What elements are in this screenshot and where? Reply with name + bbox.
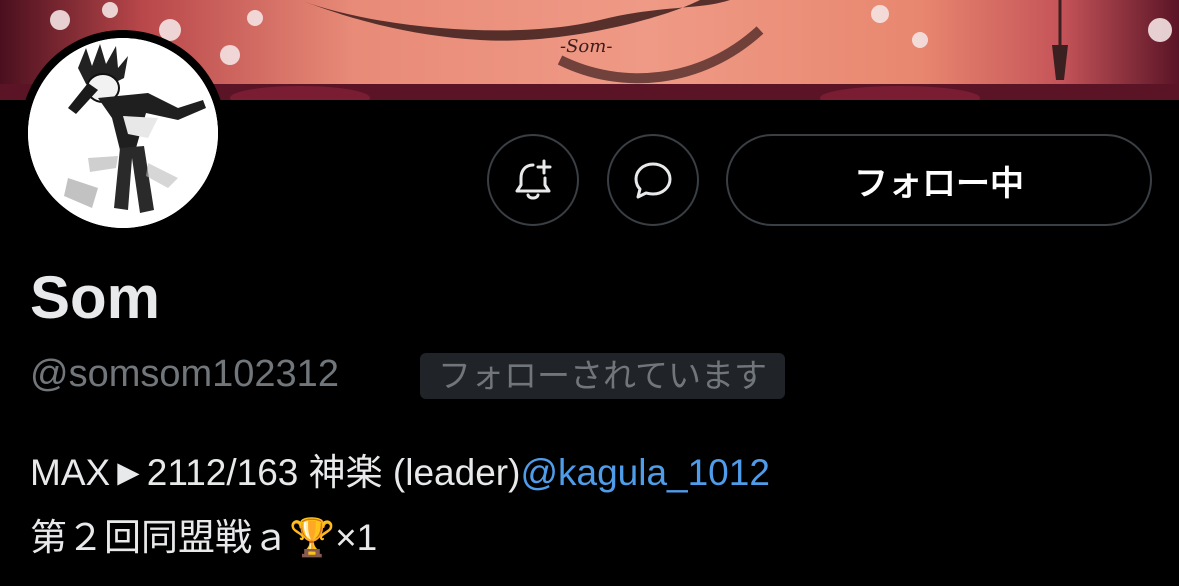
bio-text: MAX►2112/163 神楽 (leader) (30, 452, 521, 493)
bio-line-1: MAX►2112/163 神楽 (leader)@kagula_1012 (30, 451, 770, 495)
bell-plus-icon (515, 159, 552, 200)
avatar-illustration (28, 38, 218, 228)
bio-text: 第２回同盟戦ａ (30, 517, 289, 558)
trophy-icon: 🏆 (289, 517, 336, 558)
message-button[interactable] (607, 134, 699, 226)
banner-signature: -Som- (560, 36, 612, 57)
follows-you-badge: フォローされています (420, 353, 786, 399)
notifications-button[interactable] (487, 134, 579, 226)
display-name: Som (30, 264, 161, 331)
username-handle: @somsom102312 (30, 353, 339, 395)
avatar-image (28, 38, 218, 228)
bio-line-2: 第２回同盟戦ａ🏆×1 (30, 516, 377, 560)
bio-count: ×1 (335, 517, 378, 558)
following-button[interactable]: フォロー中 (726, 134, 1152, 226)
profile-avatar[interactable] (20, 30, 226, 236)
bio-mention-link[interactable]: @kagula_1012 (520, 452, 769, 493)
chat-bubble-icon (634, 162, 672, 199)
